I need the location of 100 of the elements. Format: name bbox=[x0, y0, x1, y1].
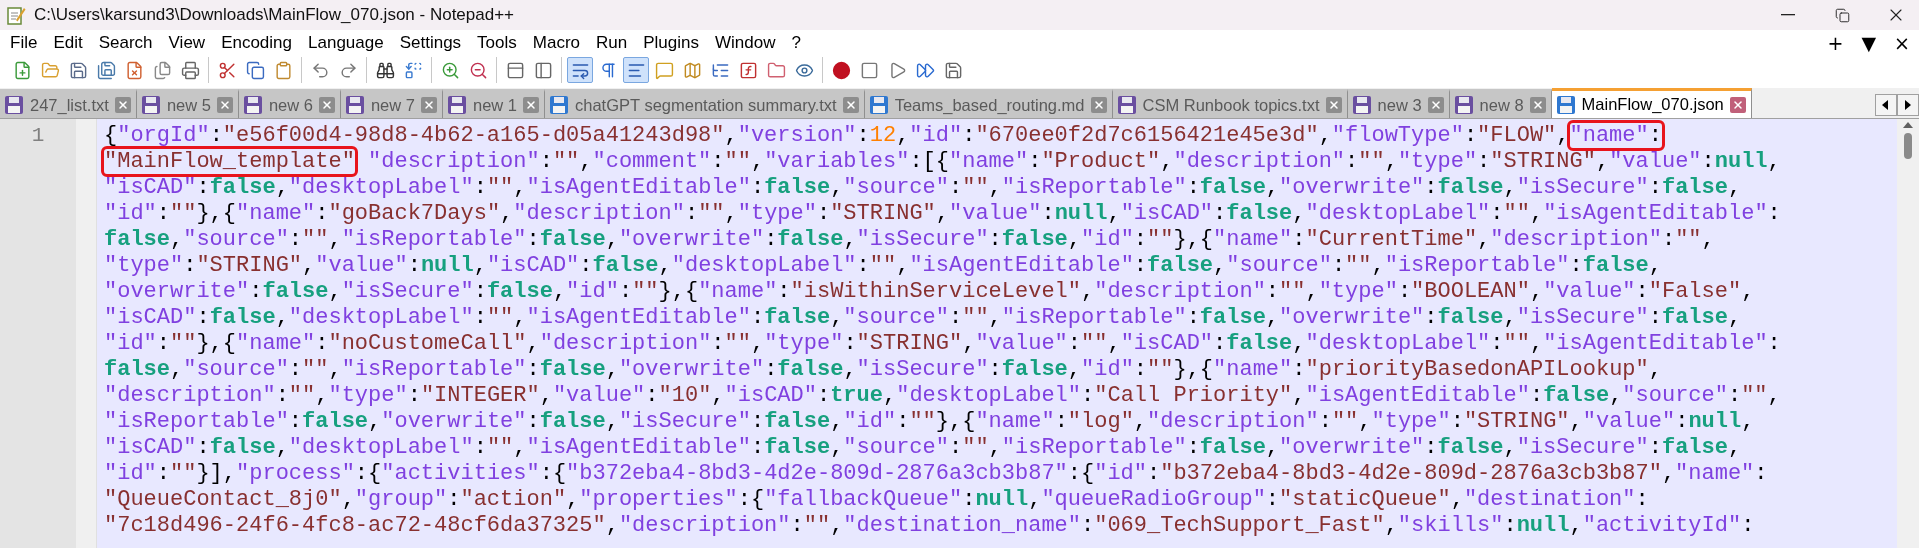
file-close-icon bbox=[124, 60, 144, 80]
panel-icon bbox=[533, 60, 553, 80]
copy-icon bbox=[245, 60, 265, 80]
stop-icon bbox=[859, 60, 879, 80]
binoculars-icon bbox=[375, 60, 395, 80]
menu-item[interactable]: Macro bbox=[524, 33, 588, 53]
tab-scroll-left-button[interactable] bbox=[1875, 94, 1897, 116]
tab-close-button[interactable] bbox=[1090, 97, 1107, 113]
zoom-in-icon bbox=[440, 60, 460, 80]
code-line: "isCAD":false,"desktopLabel":"","isAgentEditable":false,"source":"","isReportable":false,"overwrite":false,"isSecure":false, bbox=[104, 175, 1742, 201]
code-line: "isCAD":false,"desktopLabel":"","isAgentEditable":false,"source":"","isReportable":false,"overwrite":false,"isSecure":false, bbox=[104, 305, 1742, 331]
tab-close-button[interactable] bbox=[318, 97, 335, 113]
file-plus-icon bbox=[12, 60, 32, 80]
menu-item[interactable]: Run bbox=[588, 33, 636, 53]
close-icon bbox=[1429, 99, 1442, 111]
line-number: 1 bbox=[31, 123, 45, 149]
close-icon bbox=[1531, 99, 1544, 111]
menu-item[interactable]: Encoding bbox=[213, 33, 300, 53]
printer-icon bbox=[180, 60, 200, 80]
code-line: "id":""},{"name":"noCustomeCall","description":"","type":"STRING","value":"","isCAD":false,"desktopLabel":"","isAgentEditable": bbox=[104, 331, 1781, 357]
file-tab[interactable]: new 5 bbox=[136, 89, 239, 118]
code-line: false,"source":"","isReportable":false,"overwrite":false,"isSecure":false,"id":""},{"name":"CurrentTime","description":"", bbox=[104, 227, 1715, 253]
menu-item[interactable]: Plugins bbox=[635, 33, 707, 53]
fast-forward-icon bbox=[915, 60, 935, 80]
code-line: "MainFlow_template" "description":"","comment":"","variables":[{"name":"Product","description":"","type":"STRING","value":null, bbox=[104, 149, 1781, 175]
file-tab[interactable]: 247_list.txt bbox=[0, 89, 137, 118]
code-line: "QueueContact_8j0","group":"action","properties":{"fallbackQueue":null,"queueRadioGroup":"staticQueue","destination": bbox=[104, 487, 1649, 513]
clipboard-icon bbox=[273, 60, 293, 80]
replace-icon bbox=[403, 60, 423, 80]
file-tab[interactable]: new 6 bbox=[238, 89, 341, 118]
menu-bar-button[interactable]: × bbox=[1885, 32, 1919, 54]
zoom-out-icon bbox=[468, 60, 488, 80]
close-icon bbox=[1327, 99, 1340, 111]
file-tab[interactable]: new 1 bbox=[442, 89, 545, 118]
folder-icon bbox=[40, 60, 60, 80]
floppy-disks-icon bbox=[96, 60, 116, 80]
caret-right-icon bbox=[1904, 100, 1912, 110]
file-tab[interactable]: MainFlow_070.json bbox=[1551, 88, 1752, 118]
file-tab[interactable]: new 7 bbox=[340, 89, 443, 118]
tab-close-button[interactable] bbox=[1325, 97, 1342, 113]
close-icon bbox=[116, 99, 129, 111]
tab-close-button[interactable] bbox=[1427, 97, 1444, 113]
file-tab[interactable]: new 8 bbox=[1449, 89, 1552, 118]
close-icon bbox=[218, 99, 231, 111]
file-tab[interactable]: new 3 bbox=[1347, 89, 1450, 118]
notepad-icon bbox=[6, 5, 26, 25]
menu-item[interactable]: ? bbox=[783, 33, 809, 53]
restore-icon bbox=[1834, 7, 1850, 23]
close-icon bbox=[422, 99, 435, 111]
dialog-icon bbox=[654, 60, 674, 80]
close-icon bbox=[320, 99, 333, 111]
scrollbar[interactable] bbox=[1897, 119, 1919, 548]
file-tab[interactable]: chatGPT segmentation summary.txt bbox=[545, 89, 865, 118]
tab-close-button[interactable] bbox=[1529, 97, 1546, 113]
close-icon bbox=[525, 99, 537, 111]
code-line: {"orgId":"e56f00d4-98d8-4b62-a165-d05a41243d98","version":12,"id":"670ee0f2d7c6156421e45e3d","flowType":"FLOW","name": bbox=[104, 123, 1662, 149]
file-tab[interactable]: Teams_based_routing.md bbox=[864, 89, 1113, 118]
tab-close-button[interactable] bbox=[420, 97, 437, 113]
code-line: "isReportable":false,"overwrite":false,"isSecure":false,"id":""},{"name":"log","description":"","type":"STRING","value":null, bbox=[104, 409, 1755, 435]
record-icon bbox=[831, 60, 851, 80]
menu-item[interactable]: File bbox=[2, 33, 46, 53]
function-icon bbox=[738, 60, 758, 80]
menu-item[interactable]: Tools bbox=[469, 33, 525, 53]
tab-close-button[interactable] bbox=[842, 97, 859, 113]
save-macro-icon bbox=[943, 60, 963, 80]
caret-up-icon bbox=[1903, 121, 1913, 129]
code-line: "description":"","type":"INTEGER","value":"10","isCAD":true,"desktopLabel":"Call Priority","isAgentEditable":false,"source":"", bbox=[104, 383, 1781, 409]
map-icon bbox=[682, 60, 702, 80]
code-line: "isCAD":false,"desktopLabel":"","isAgentEditable":false,"source":"","isReportable":false,"overwrite":false,"isSecure":false, bbox=[104, 435, 1742, 461]
menu-item[interactable]: Window bbox=[706, 33, 784, 53]
caret-left-icon bbox=[1882, 100, 1890, 110]
tab-close-button[interactable] bbox=[216, 97, 233, 113]
minimize-icon bbox=[1781, 14, 1795, 16]
tab-close-button[interactable] bbox=[523, 97, 539, 113]
scrollbar-thumb[interactable] bbox=[1904, 133, 1912, 159]
menu-bar-button[interactable]: + bbox=[1818, 32, 1853, 54]
files-icon bbox=[152, 60, 172, 80]
code-line: "overwrite":false,"isSecure":false,"id":""},{"name":"isWithinServiceLevel","description":"","type":"BOOLEAN","value":"False", bbox=[104, 279, 1755, 305]
menu-item[interactable]: Settings bbox=[391, 33, 470, 53]
code-line: false,"source":"","isReportable":false,"overwrite":false,"isSecure":false,"id":""},{"name":"priorityBasedonAPILookup", bbox=[104, 357, 1662, 383]
menu-item[interactable]: Language bbox=[300, 33, 392, 53]
scissors-icon bbox=[217, 60, 237, 80]
folder-icon bbox=[766, 60, 786, 80]
code-line: "type":"STRING","value":null,"isCAD":false,"desktopLabel":"","isAgentEditable":false,"source":"","isReportable":false, bbox=[104, 253, 1662, 279]
tab-close-button[interactable] bbox=[1729, 96, 1746, 113]
code-line: "id":""}],"process":{"activities":{"b372eba4-8bd3-4d2e-809d-2876a3cb3b87":{"id":"b372eba4-8bd3-4d2e-809d-2876a3cb3b87","name": bbox=[104, 461, 1768, 487]
menu-item[interactable]: Edit bbox=[45, 33, 91, 53]
panel-icon bbox=[505, 60, 525, 80]
tab-close-button[interactable] bbox=[114, 97, 131, 113]
menu-item[interactable]: Search bbox=[90, 33, 161, 53]
close-icon bbox=[1731, 98, 1744, 111]
close-icon bbox=[1092, 99, 1105, 111]
menu-bar-button[interactable]: ▼ bbox=[1852, 32, 1886, 54]
menu-item[interactable]: View bbox=[160, 33, 214, 53]
file-tab[interactable]: CSM Runbook topics.txt bbox=[1112, 89, 1348, 118]
window-title: C:\Users\karsund3\Downloads\MainFlow_070.json - Notepad++ bbox=[34, 5, 516, 25]
code-line: "7c18d496-24f6-4fc8-ac72-48cf6da37325","description":"","destination_name":"069_TechSupport_Fast","skills":null,"activityId": bbox=[104, 513, 1755, 539]
code-line: "id":""},{"name":"goBack7Days","description":"","type":"STRING","value":null,"isCAD":false,"desktopLabel":"","isAgentEditable": bbox=[104, 201, 1781, 227]
close-icon bbox=[844, 99, 857, 111]
tab-scroll-right-button[interactable] bbox=[1897, 94, 1919, 116]
